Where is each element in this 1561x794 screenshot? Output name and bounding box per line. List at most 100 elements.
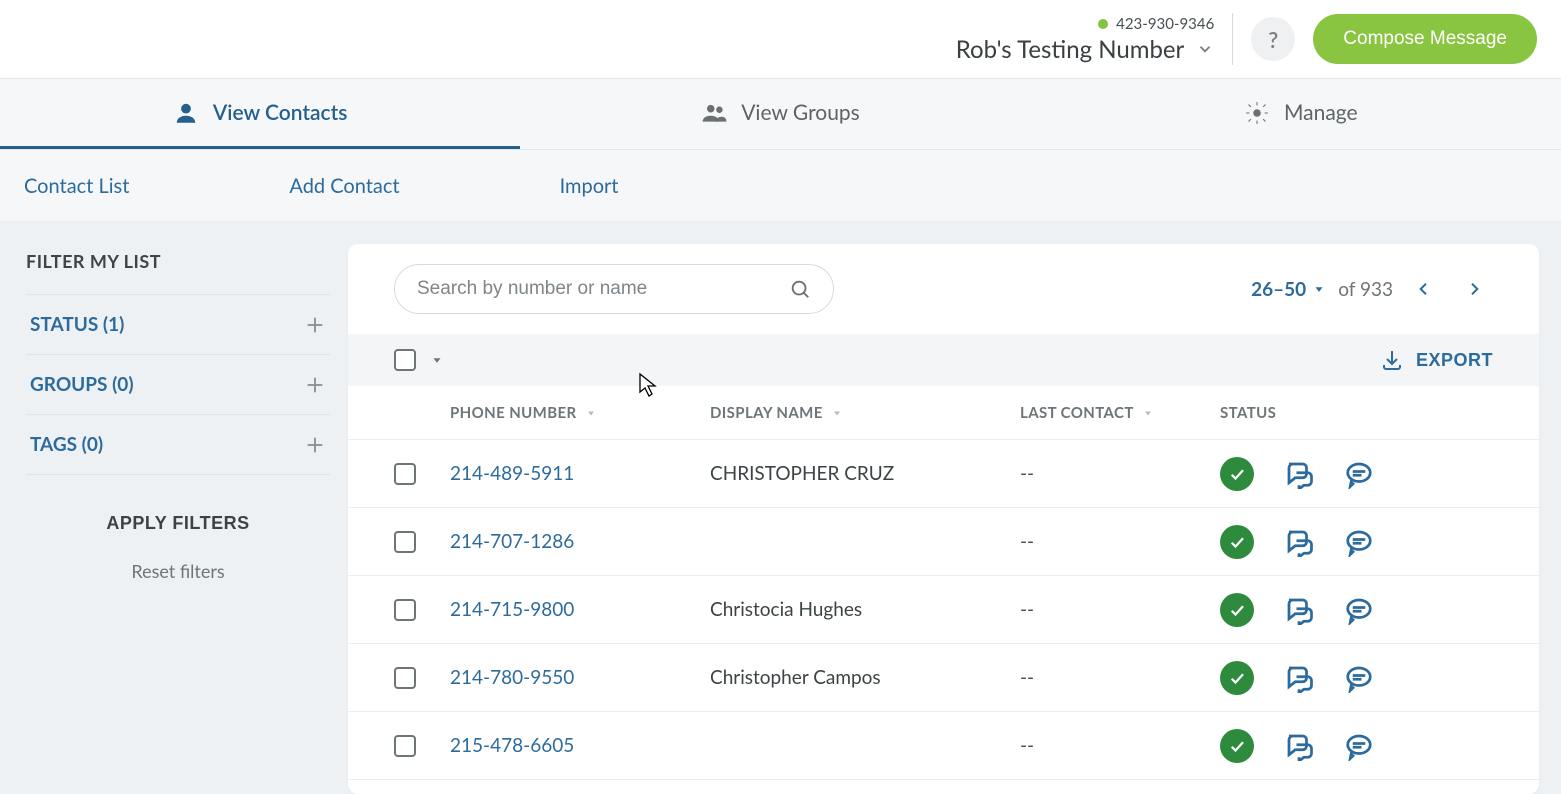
status-ok-icon	[1220, 457, 1254, 491]
col-name-header[interactable]: DISPLAY NAME	[710, 404, 1020, 422]
subtab-contact-list[interactable]: Contact List	[24, 174, 129, 198]
conversation-icon[interactable]	[1284, 459, 1314, 489]
table-row: 214-715-9800 Christocia Hughes --	[348, 576, 1539, 644]
tab-view-contacts[interactable]: View Contacts	[0, 79, 520, 149]
subtab-add-contact[interactable]: Add Contact	[289, 174, 399, 198]
message-icon[interactable]	[1344, 527, 1374, 557]
status-ok-icon	[1220, 525, 1254, 559]
tab-view-groups[interactable]: View Groups	[520, 79, 1040, 149]
col-label: STATUS	[1220, 404, 1276, 422]
table-row: 214-780-9550 Christopher Campos --	[348, 644, 1539, 712]
help-icon: ?	[1268, 26, 1278, 53]
search-input[interactable]	[417, 278, 789, 300]
pager-prev-button[interactable]	[1405, 270, 1443, 308]
last-contact: --	[1020, 734, 1034, 757]
panel-top: 26–50 of 933	[348, 244, 1539, 334]
export-button[interactable]: EXPORT	[1380, 348, 1493, 372]
plus-icon	[304, 434, 326, 456]
sort-icon	[585, 407, 597, 419]
divider	[1232, 13, 1233, 65]
search-wrap	[394, 264, 834, 314]
table-body: 214-489-5911 CHRISTOPHER CRUZ -- 214-707…	[348, 440, 1539, 780]
phone-link[interactable]: 214-780-9550	[450, 666, 574, 689]
message-icon[interactable]	[1344, 731, 1374, 761]
row-checkbox[interactable]	[394, 735, 416, 757]
filter-group-tags[interactable]: TAGS (0)	[26, 414, 330, 475]
chevron-down-icon	[1196, 40, 1214, 58]
phone-link[interactable]: 215-478-6605	[450, 734, 574, 757]
plus-icon	[304, 314, 326, 336]
last-contact: --	[1020, 462, 1034, 485]
table-row: 214-707-1286 --	[348, 508, 1539, 576]
plus-icon	[304, 374, 326, 396]
chevron-right-icon	[1466, 281, 1482, 297]
col-last-header[interactable]: LAST CONTACT	[1020, 404, 1220, 422]
col-label: PHONE NUMBER	[450, 404, 577, 422]
account-name-row: Rob's Testing Number	[956, 35, 1215, 64]
row-checkbox[interactable]	[394, 667, 416, 689]
status-ok-icon	[1220, 729, 1254, 763]
person-icon	[173, 100, 199, 126]
export-label: EXPORT	[1416, 350, 1493, 371]
tab-label: View Contacts	[213, 100, 348, 125]
conversation-icon[interactable]	[1284, 527, 1314, 557]
group-icon	[701, 100, 727, 126]
main-body: FILTER MY LIST STATUS (1) GROUPS (0) TAG…	[0, 222, 1561, 794]
pager-range-selector[interactable]: 26–50	[1251, 278, 1326, 301]
conversation-icon[interactable]	[1284, 595, 1314, 625]
last-contact: --	[1020, 666, 1034, 689]
sort-icon	[831, 407, 843, 419]
filter-group-groups[interactable]: GROUPS (0)	[26, 354, 330, 414]
account-selector[interactable]: 423-930-9346 Rob's Testing Number	[956, 15, 1215, 64]
filter-group-label: STATUS (1)	[30, 313, 124, 336]
select-all-wrap	[394, 349, 444, 371]
row-actions	[1220, 729, 1493, 763]
message-icon[interactable]	[1344, 595, 1374, 625]
col-phone-header[interactable]: PHONE NUMBER	[450, 404, 710, 422]
phone-link[interactable]: 214-707-1286	[450, 530, 574, 553]
select-all-checkbox[interactable]	[394, 349, 416, 371]
display-name: Christopher Campos	[710, 666, 881, 689]
help-button[interactable]: ?	[1251, 17, 1295, 61]
download-icon	[1380, 348, 1404, 372]
gear-icon	[1244, 100, 1270, 126]
pager-next-button[interactable]	[1455, 270, 1493, 308]
account-phone: 423-930-9346	[1116, 15, 1214, 33]
filter-title: FILTER MY LIST	[26, 250, 330, 272]
sub-tabs: Contact List Add Contact Import	[0, 150, 1561, 222]
filter-group-label: GROUPS (0)	[30, 373, 134, 396]
filter-sidebar: FILTER MY LIST STATUS (1) GROUPS (0) TAG…	[0, 222, 348, 794]
filter-group-label: TAGS (0)	[30, 433, 103, 456]
row-checkbox[interactable]	[394, 463, 416, 485]
conversation-icon[interactable]	[1284, 663, 1314, 693]
col-label: DISPLAY NAME	[710, 404, 823, 422]
phone-link[interactable]: 214-715-9800	[450, 598, 574, 621]
apply-filters-button[interactable]: APPLY FILTERS	[106, 513, 249, 534]
tab-label: View Groups	[741, 100, 860, 125]
compose-message-button[interactable]: Compose Message	[1313, 14, 1537, 64]
tab-manage[interactable]: Manage	[1041, 79, 1561, 149]
col-label: LAST CONTACT	[1020, 404, 1134, 422]
conversation-icon[interactable]	[1284, 731, 1314, 761]
table-row: 214-489-5911 CHRISTOPHER CRUZ --	[348, 440, 1539, 508]
last-contact: --	[1020, 598, 1034, 621]
caret-down-icon	[1312, 282, 1326, 296]
row-checkbox[interactable]	[394, 531, 416, 553]
filter-group-status[interactable]: STATUS (1)	[26, 294, 330, 354]
row-actions	[1220, 661, 1493, 695]
reset-filters-link[interactable]: Reset filters	[26, 560, 330, 582]
row-actions	[1220, 457, 1493, 491]
main-tabs: View Contacts View Groups Manage	[0, 78, 1561, 150]
caret-down-icon[interactable]	[430, 353, 444, 367]
account-name: Rob's Testing Number	[956, 35, 1185, 64]
row-checkbox[interactable]	[394, 599, 416, 621]
contacts-panel: 26–50 of 933 EXPORT	[348, 244, 1539, 794]
table-header-row: PHONE NUMBER DISPLAY NAME LAST CONTACT S…	[348, 386, 1539, 440]
pager-range-text: 26–50	[1251, 278, 1306, 301]
message-icon[interactable]	[1344, 459, 1374, 489]
phone-link[interactable]: 214-489-5911	[450, 462, 574, 485]
row-actions	[1220, 525, 1493, 559]
chevron-left-icon	[1416, 281, 1432, 297]
subtab-import[interactable]: Import	[560, 174, 619, 198]
message-icon[interactable]	[1344, 663, 1374, 693]
